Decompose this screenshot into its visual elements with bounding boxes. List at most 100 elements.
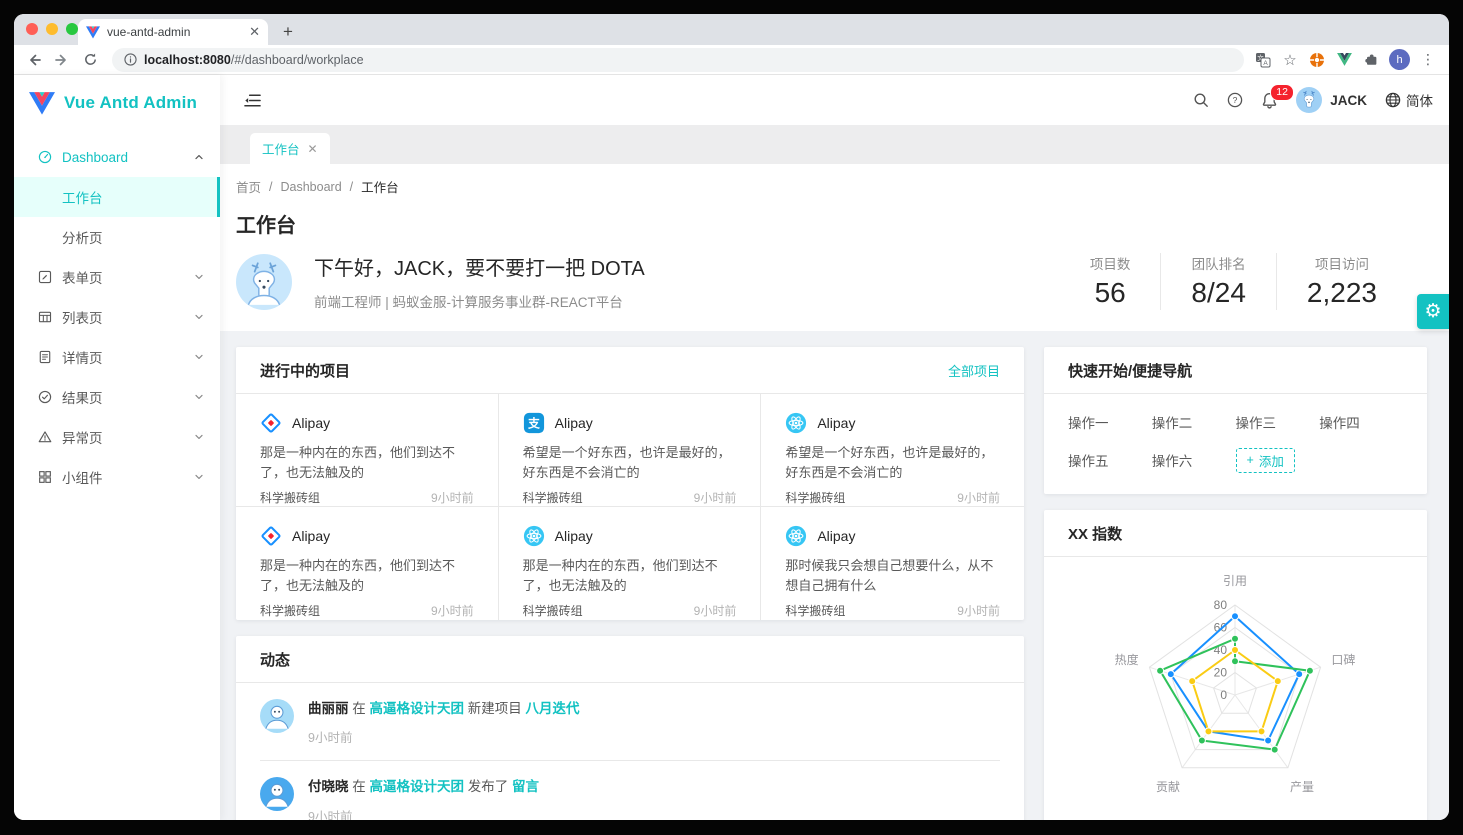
menu-fold-icon[interactable]: [244, 93, 261, 108]
stat-value: 56: [1090, 277, 1131, 309]
stat-label: 团队排名: [1191, 253, 1246, 273]
activity-target-link[interactable]: 八月迭代: [526, 701, 580, 716]
maximize-window-button[interactable]: [66, 23, 78, 35]
project-updated-time: 9小时前: [957, 489, 1000, 506]
translate-icon[interactable]: 文A: [1254, 51, 1272, 69]
sidebar-item-detail[interactable]: 详情页: [14, 337, 220, 377]
project-name: Alipay: [817, 528, 855, 544]
breadcrumb-item: 工作台: [361, 177, 399, 196]
app-logo[interactable]: Vue Antd Admin: [14, 75, 220, 121]
sidebar-item-dashboard[interactable]: Dashboard: [14, 137, 220, 177]
breadcrumb-item[interactable]: 首页: [236, 177, 261, 196]
forward-icon[interactable]: [50, 48, 74, 72]
sidebar-item-label: 结果页: [62, 387, 194, 407]
user-menu[interactable]: JACK: [1296, 87, 1367, 113]
projects-card-title: 进行中的项目: [260, 360, 350, 381]
project-footer: 科学搬砖组9小时前: [523, 489, 737, 506]
svg-text:产量: 产量: [1290, 780, 1314, 794]
back-icon[interactable]: [22, 48, 46, 72]
quicknav-link-2[interactable]: 操作二: [1152, 404, 1236, 440]
activity-user-link[interactable]: 付晓晓: [308, 779, 349, 794]
project-card-head: Alipay: [260, 525, 474, 547]
project-description: 希望是一个好东西，也许是最好的，好东西是不会消亡的: [785, 443, 1000, 483]
project-name: Alipay: [292, 528, 330, 544]
search-icon[interactable]: [1193, 92, 1209, 108]
all-projects-link[interactable]: 全部项目: [948, 361, 1000, 380]
page-tab-workbench[interactable]: 工作台 ✕: [250, 133, 330, 164]
breadcrumb: 首页/Dashboard/工作台: [236, 177, 1427, 196]
sidebar-item-label: 小组件: [62, 467, 194, 487]
profile-icon: [38, 350, 52, 364]
project-card[interactable]: Alipay那是一种内在的东西，他们到达不了，也无法触及的科学搬砖组9小时前: [236, 507, 499, 620]
tab-close-icon[interactable]: ✕: [308, 142, 318, 156]
project-footer: 科学搬砖组9小时前: [523, 602, 737, 619]
user-avatar: [1296, 87, 1322, 113]
project-group-link[interactable]: 科学搬砖组: [260, 489, 320, 506]
activity-group-link[interactable]: 高逼格设计天团: [370, 701, 465, 716]
quicknav-link-5[interactable]: 操作五: [1068, 442, 1152, 478]
sidebar-item-workbench[interactable]: 工作台: [14, 177, 220, 217]
language-switcher[interactable]: 简体: [1385, 90, 1433, 110]
project-name: Alipay: [817, 415, 855, 431]
quicknav-card-title: 快速开始/便捷导航: [1068, 360, 1192, 381]
bookmark-star-icon[interactable]: ☆: [1281, 51, 1299, 69]
sidebar-item-exception[interactable]: 异常页: [14, 417, 220, 457]
new-tab-button[interactable]: +: [276, 20, 300, 44]
radar-card: XX 指数 020406080引用口碑产量贡献热度 abc: [1044, 510, 1427, 820]
project-card[interactable]: Alipay那是一种内在的东西，他们到达不了，也无法触及的科学搬砖组9小时前: [236, 394, 499, 507]
quicknav-link-6[interactable]: 操作六: [1152, 442, 1236, 478]
page-info-icon[interactable]: [124, 53, 137, 66]
antd-logo-icon: [260, 525, 282, 547]
sidebar-item-widget[interactable]: 小组件: [14, 457, 220, 497]
project-name: Alipay: [555, 528, 593, 544]
breadcrumb-item[interactable]: Dashboard: [281, 180, 342, 194]
vue-devtools-icon[interactable]: [1335, 51, 1353, 69]
extensions-puzzle-icon[interactable]: [1362, 51, 1380, 69]
chevron-down-icon: [194, 392, 204, 402]
language-label: 简体: [1406, 90, 1433, 110]
add-button[interactable]: +添加: [1236, 448, 1295, 473]
activity-target-link[interactable]: 留言: [512, 779, 539, 794]
sidebar-menu: Dashboard 工作台分析页表单页列表页详情页结果页异常页小组件: [14, 137, 220, 497]
project-card[interactable]: Alipay那时候我只会想自己想要什么，从不想自己拥有什么科学搬砖组9小时前: [761, 507, 1024, 620]
minimize-window-button[interactable]: [46, 23, 58, 35]
project-card[interactable]: Alipay那是一种内在的东西，他们到达不了，也无法触及的科学搬砖组9小时前: [499, 507, 762, 620]
extension-orange-icon[interactable]: [1308, 51, 1326, 69]
chrome-profile-avatar[interactable]: h: [1389, 49, 1410, 70]
browser-tab[interactable]: vue-antd-admin ✕: [78, 19, 268, 45]
project-group-link[interactable]: 科学搬砖组: [523, 602, 583, 619]
activity-user-link[interactable]: 曲丽丽: [308, 701, 349, 716]
stat-item: 项目数56: [1060, 253, 1161, 309]
activity-item: 曲丽丽 在 高逼格设计天团 新建项目 八月迭代9小时前: [260, 683, 1000, 761]
sidebar-item-list[interactable]: 列表页: [14, 297, 220, 337]
project-group-link[interactable]: 科学搬砖组: [260, 602, 320, 619]
settings-gear-button[interactable]: ⚙: [1417, 294, 1449, 329]
left-column: 进行中的项目 全部项目 Alipay那是一种内在的东西，他们到达不了，也无法触及…: [236, 347, 1024, 820]
sidebar-item-label: 工作台: [62, 187, 204, 207]
stat-label: 项目访问: [1307, 253, 1377, 273]
project-group-link[interactable]: 科学搬砖组: [785, 489, 845, 506]
project-card[interactable]: 支Alipay希望是一个好东西，也许是最好的，好东西是不会消亡的科学搬砖组9小时…: [499, 394, 762, 507]
chrome-menu-kebab-icon[interactable]: ⋮: [1419, 51, 1437, 69]
reload-icon[interactable]: [78, 48, 102, 72]
project-group-link[interactable]: 科学搬砖组: [785, 602, 845, 619]
quicknav-link-1[interactable]: 操作一: [1068, 404, 1152, 440]
sidebar-item-form[interactable]: 表单页: [14, 257, 220, 297]
project-group-link[interactable]: 科学搬砖组: [523, 489, 583, 506]
project-card[interactable]: Alipay 希望是一个好东西，也许是最好的，好东西是不会消亡的科学搬砖组 9小时前: [761, 394, 1024, 507]
close-window-button[interactable]: [26, 23, 38, 35]
svg-text:A: A: [1263, 59, 1268, 66]
help-icon[interactable]: ?: [1227, 92, 1243, 108]
right-column: 快速开始/便捷导航 操作一操作二操作三操作四操作五操作六+添加 XX 指数 02…: [1044, 347, 1427, 820]
activity-group-link[interactable]: 高逼格设计天团: [370, 779, 465, 794]
app-root: ⚙ Vue Antd Admin Dashboard 工作台分析页表单页列表页详情…: [14, 75, 1449, 820]
quicknav-link-4[interactable]: 操作四: [1319, 404, 1403, 440]
sidebar-item-result[interactable]: 结果页: [14, 377, 220, 417]
quicknav-add-wrap: +添加: [1236, 442, 1320, 478]
sidebar-item-analysis[interactable]: 分析页: [14, 217, 220, 257]
tab-close-icon[interactable]: ✕: [249, 24, 260, 40]
project-description: 那时候我只会想自己想要什么，从不想自己拥有什么: [785, 556, 1000, 596]
quicknav-link-3[interactable]: 操作三: [1236, 404, 1320, 440]
url-bar[interactable]: localhost:8080/#/dashboard/workplace: [112, 48, 1244, 72]
notification-bell-icon[interactable]: 12: [1261, 92, 1278, 109]
